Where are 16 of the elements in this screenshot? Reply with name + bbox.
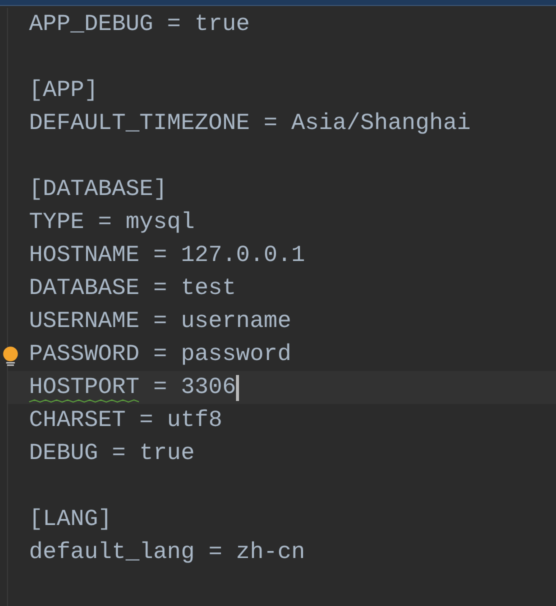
code-line: [APP] <box>29 76 98 105</box>
code-line: DEFAULT_TIMEZONE = Asia/Shanghai <box>29 109 471 138</box>
code-line: [LANG] <box>29 505 112 534</box>
code-line: PASSWORD = password <box>29 340 292 369</box>
text-cursor <box>236 374 240 400</box>
code-line: TYPE = mysql <box>29 208 195 237</box>
code-line: APP_DEBUG = true <box>29 10 250 39</box>
code-line: HOSTNAME = 127.0.0.1 <box>29 241 306 270</box>
code-line: CHARSET = utf8 <box>29 406 222 435</box>
lightbulb-icon[interactable] <box>1 346 20 367</box>
code-line: HOSTPORT = 3306 <box>29 371 236 404</box>
code-line: DEBUG = true <box>29 439 195 468</box>
code-line: [DATABASE] <box>29 175 168 204</box>
code-line: default_lang = zh-cn <box>29 538 306 567</box>
code-line: DATABASE = test <box>29 274 236 303</box>
code-line: USERNAME = username <box>29 307 292 336</box>
